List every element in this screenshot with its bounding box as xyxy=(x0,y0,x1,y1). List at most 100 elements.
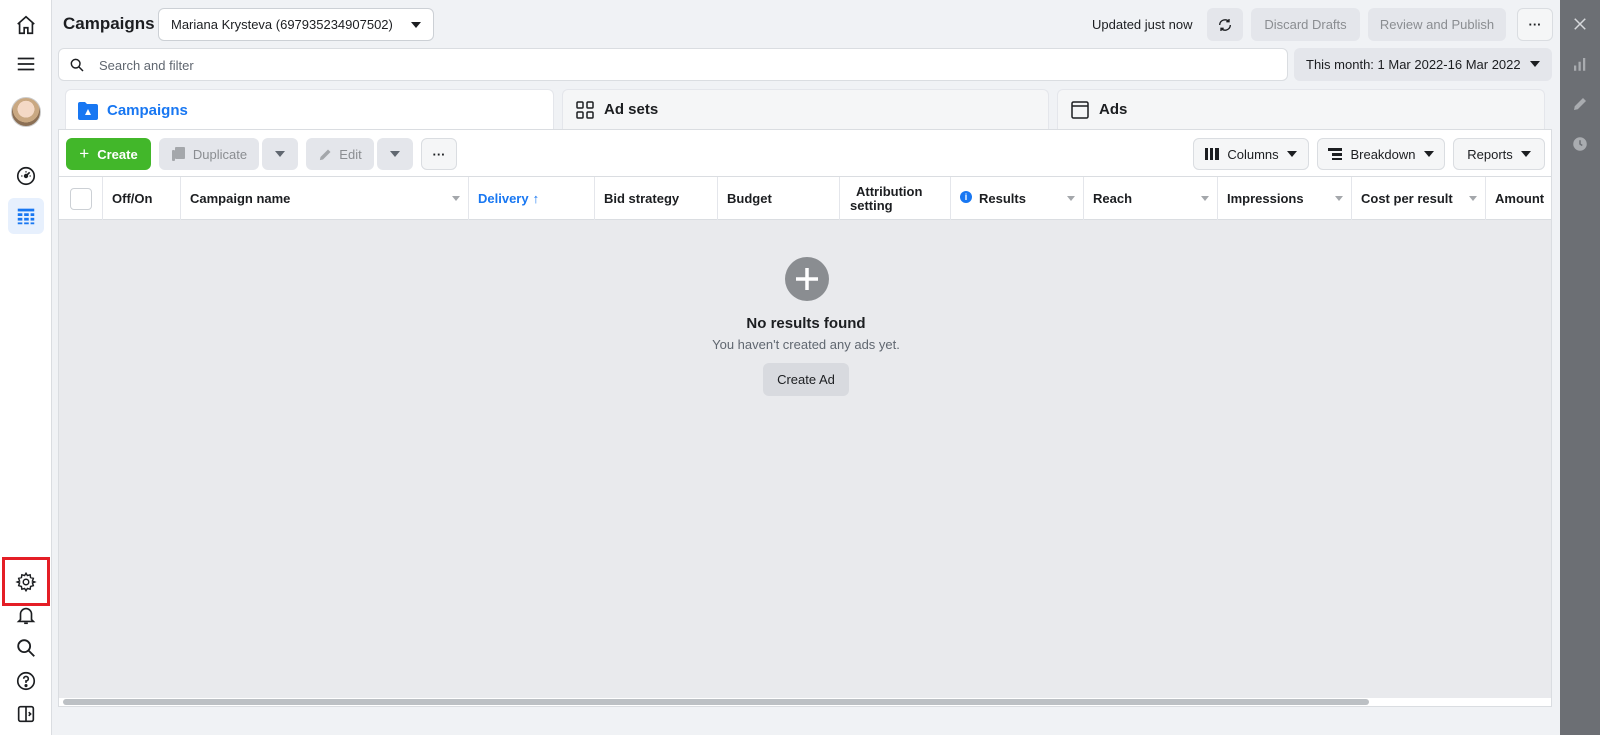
column-label: Budget xyxy=(727,191,772,206)
search-input[interactable] xyxy=(99,55,1199,75)
column-attribution-setting[interactable]: Attribution setting xyxy=(840,177,951,220)
avatar[interactable] xyxy=(11,97,41,127)
tab-label: Ad sets xyxy=(604,101,659,118)
left-navigation xyxy=(0,0,52,735)
chevron-down-icon xyxy=(1530,61,1540,67)
grid-icon xyxy=(575,100,595,120)
column-campaign-name[interactable]: Campaign name xyxy=(181,177,469,220)
column-label: setting xyxy=(850,197,893,213)
duplicate-button[interactable]: Duplicate xyxy=(159,138,259,170)
pencil-icon xyxy=(320,149,331,160)
right-side-panel xyxy=(1560,0,1600,735)
sort-ascending-icon: ↑ xyxy=(532,191,540,206)
info-icon[interactable]: i xyxy=(960,190,972,203)
panel-toggle-icon[interactable] xyxy=(8,696,44,732)
duplicate-icon xyxy=(171,147,185,161)
empty-state-subtitle: You haven't created any ads yet. xyxy=(712,337,900,352)
create-button[interactable]: + Create xyxy=(66,138,151,170)
bar-chart-icon[interactable] xyxy=(1569,53,1591,75)
sort-caret-icon[interactable] xyxy=(1201,196,1209,201)
tab-ads[interactable]: Ads xyxy=(1057,89,1545,129)
columns-label: Columns xyxy=(1227,146,1279,162)
column-reach[interactable]: Reach xyxy=(1084,177,1218,220)
date-range-label: This month: 1 Mar 2022-16 Mar 2022 xyxy=(1306,57,1521,72)
horizontal-scrollbar[interactable] xyxy=(63,698,1547,706)
column-label: Reach xyxy=(1093,191,1133,206)
table-body: No results found You haven't created any… xyxy=(59,220,1551,698)
column-label: Results xyxy=(979,191,1026,206)
bell-icon[interactable] xyxy=(8,597,44,633)
column-results[interactable]: i Results xyxy=(951,177,1084,220)
clock-icon[interactable] xyxy=(1569,133,1591,155)
column-off-on[interactable]: Off/On xyxy=(103,177,181,220)
create-ad-button[interactable]: Create Ad xyxy=(763,363,849,396)
duplicate-label: Duplicate xyxy=(192,146,248,162)
chevron-down-icon xyxy=(1423,151,1434,157)
column-cost-per-result[interactable]: Cost per result xyxy=(1352,177,1486,220)
chevron-down-icon xyxy=(275,151,285,157)
column-label: Off/On xyxy=(112,191,153,206)
search-bar xyxy=(58,48,1288,81)
campaigns-panel: + Create Duplicate Edit ··· Columns Brea… xyxy=(58,129,1552,707)
breakdown-icon xyxy=(1328,148,1343,160)
folder-icon xyxy=(78,101,98,121)
column-label: Bid strategy xyxy=(604,191,680,206)
close-icon[interactable] xyxy=(1569,13,1591,35)
tab-campaigns[interactable]: Campaigns xyxy=(65,89,554,131)
account-selector[interactable]: Mariana Krysteva (697935234907502) xyxy=(158,8,434,41)
sort-caret-icon[interactable] xyxy=(452,196,460,201)
chevron-down-icon xyxy=(411,22,421,28)
more-options-button[interactable]: ··· xyxy=(1517,8,1553,41)
reports-button[interactable]: Reports xyxy=(1453,138,1545,170)
tab-label: Campaigns xyxy=(107,102,188,119)
sort-caret-icon[interactable] xyxy=(1067,196,1075,201)
column-amount[interactable]: Amount xyxy=(1486,177,1553,220)
breakdown-label: Breakdown xyxy=(1350,146,1416,162)
column-bid-strategy[interactable]: Bid strategy xyxy=(595,177,718,220)
chevron-down-icon xyxy=(1286,151,1297,157)
column-budget[interactable]: Budget xyxy=(718,177,840,220)
duplicate-dropdown[interactable] xyxy=(262,138,298,170)
menu-icon[interactable] xyxy=(8,46,44,82)
tab-label: Ads xyxy=(1099,101,1128,118)
column-label: Amount xyxy=(1495,191,1545,206)
select-all-column xyxy=(59,177,103,220)
search-icon xyxy=(69,57,85,76)
account-name: Mariana Krysteva (697935234907502) xyxy=(171,17,393,32)
table-icon[interactable] xyxy=(8,198,44,234)
empty-state-title: No results found xyxy=(746,315,866,332)
sort-caret-icon[interactable] xyxy=(1335,196,1343,201)
dashboard-icon[interactable] xyxy=(8,158,44,194)
columns-button[interactable]: Columns xyxy=(1193,138,1309,170)
home-icon[interactable] xyxy=(8,7,44,43)
select-all-checkbox[interactable] xyxy=(69,187,92,210)
column-label: Attribution xyxy=(856,183,923,199)
column-label: Cost per result xyxy=(1361,191,1453,206)
tab-ad-sets[interactable]: Ad sets xyxy=(562,89,1049,129)
pencil-icon[interactable] xyxy=(1569,93,1591,115)
review-publish-button[interactable]: Review and Publish xyxy=(1368,8,1506,41)
plus-icon: + xyxy=(79,144,90,163)
table-header: Off/On Campaign name Delivery ↑ Bid stra… xyxy=(59,176,1551,220)
column-impressions[interactable]: Impressions xyxy=(1218,177,1352,220)
refresh-icon xyxy=(1219,18,1231,31)
toolbar-more-button[interactable]: ··· xyxy=(421,138,457,170)
scrollbar-thumb[interactable] xyxy=(63,699,1369,705)
sort-caret-icon[interactable] xyxy=(1469,196,1477,201)
reports-label: Reports xyxy=(1467,146,1513,162)
page-title: Campaigns xyxy=(63,14,155,33)
columns-icon xyxy=(1205,148,1220,160)
date-range-picker[interactable]: This month: 1 Mar 2022-16 Mar 2022 xyxy=(1294,48,1552,81)
chevron-down-icon xyxy=(1520,151,1531,157)
edit-button[interactable]: Edit xyxy=(306,138,374,170)
breakdown-button[interactable]: Breakdown xyxy=(1317,138,1445,170)
plus-circle-icon xyxy=(785,257,829,301)
refresh-button[interactable] xyxy=(1207,8,1243,41)
create-label: Create xyxy=(97,146,138,162)
chevron-down-icon xyxy=(390,151,400,157)
help-icon[interactable] xyxy=(8,663,44,699)
search-icon[interactable] xyxy=(8,630,44,666)
discard-drafts-button[interactable]: Discard Drafts xyxy=(1251,8,1360,41)
edit-dropdown[interactable] xyxy=(377,138,413,170)
column-delivery[interactable]: Delivery ↑ xyxy=(469,177,595,220)
